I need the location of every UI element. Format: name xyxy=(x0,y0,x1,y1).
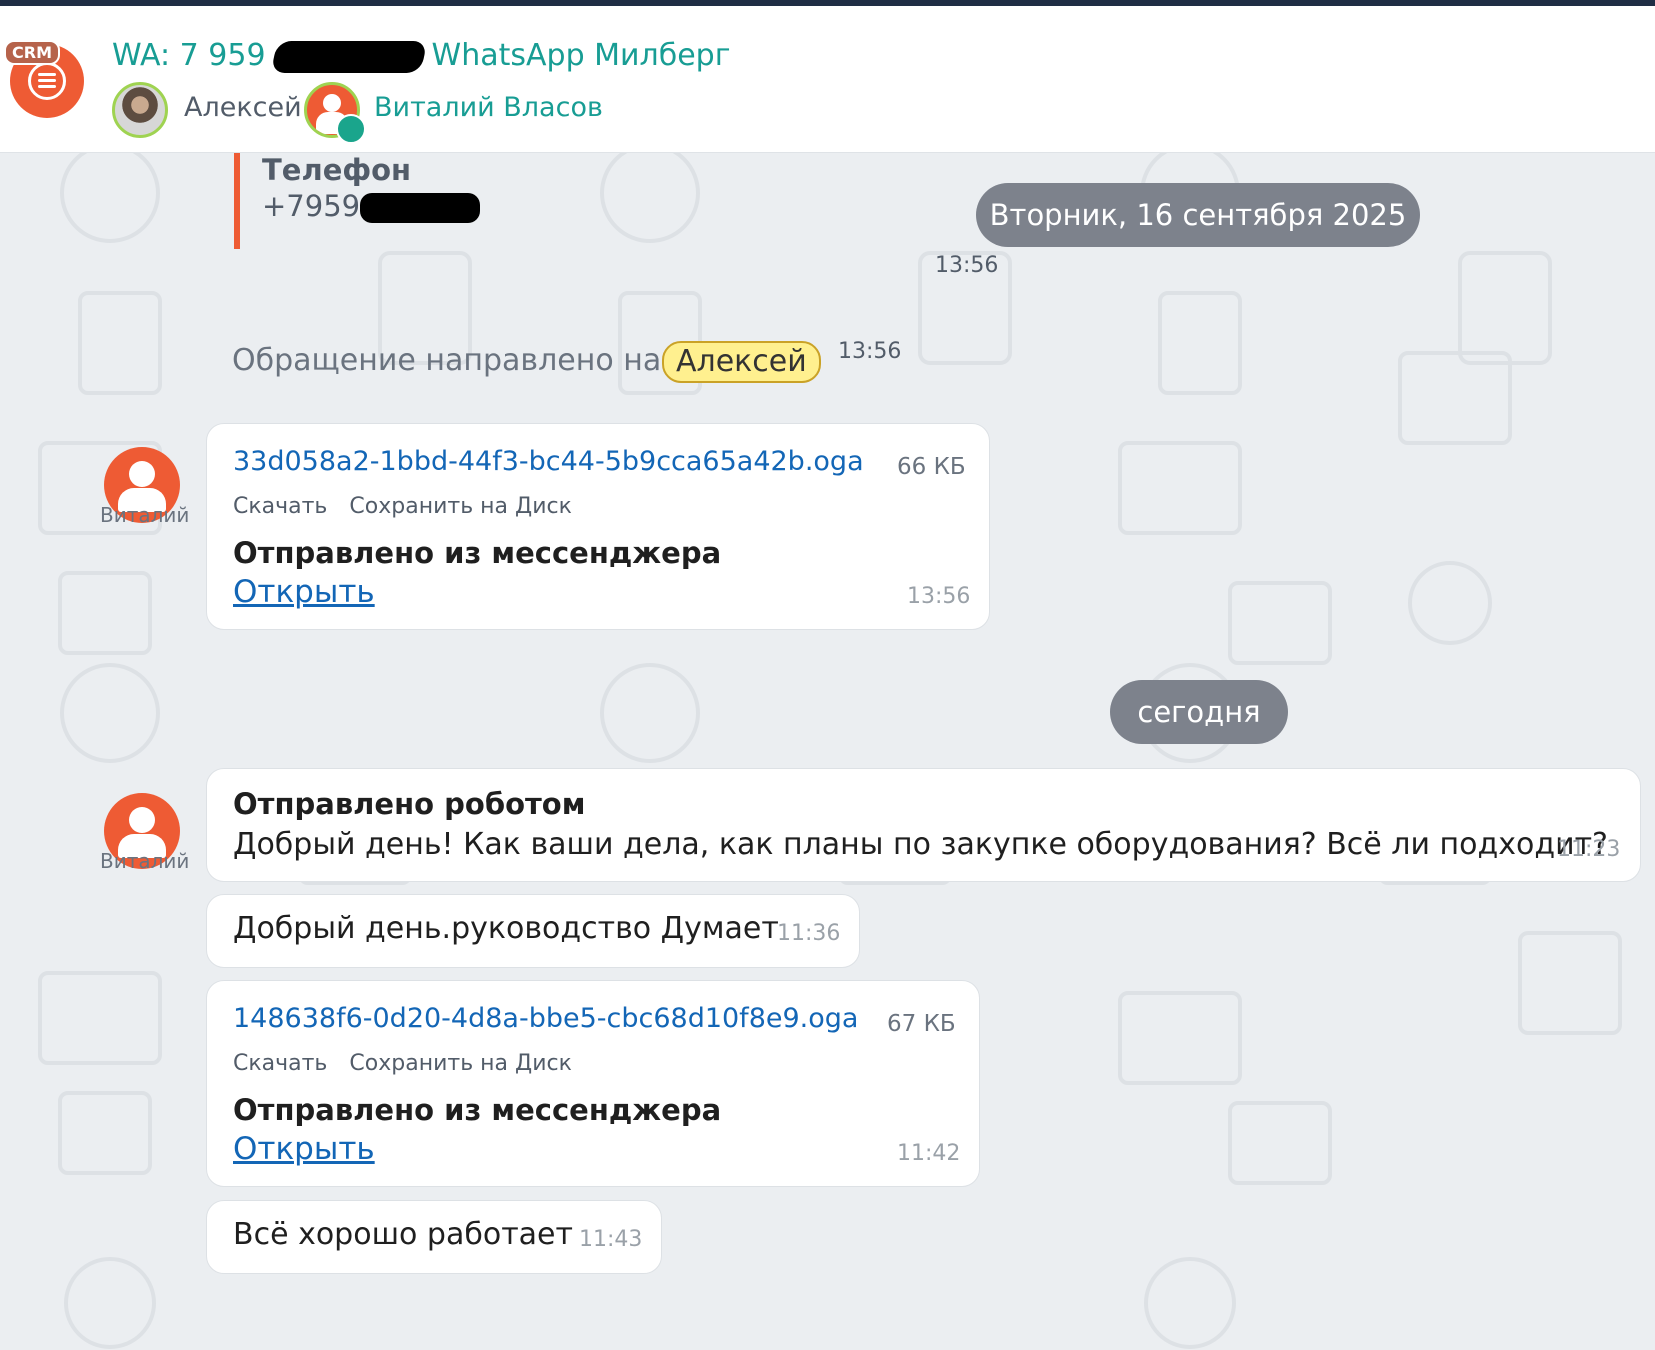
redaction-mark xyxy=(270,40,427,73)
message-title: Отправлено из мессенджера xyxy=(233,1093,722,1127)
save-to-disk-link[interactable]: Сохранить на Диск xyxy=(349,1051,571,1076)
open-lines-icon xyxy=(336,114,366,144)
download-link[interactable]: Скачать xyxy=(233,1051,327,1076)
quote-bar xyxy=(234,153,240,249)
member-avatar-photo[interactable] xyxy=(112,82,168,138)
file-name-link[interactable]: 33d058a2-1bbd-44f3-bc44-5b9cca65a42b.oga xyxy=(233,446,864,477)
redaction-mark xyxy=(360,193,481,223)
chat-title-prefix: WA: 7 959 xyxy=(112,38,266,73)
author-name[interactable]: Виталий xyxy=(100,503,189,527)
file-size: 67 КБ xyxy=(887,1011,956,1037)
download-link[interactable]: Скачать xyxy=(233,494,327,519)
message-bubble-file: 148638f6-0d20-4d8a-bbe5-cbc68d10f8e9.oga… xyxy=(206,980,980,1187)
message-text: Добрый день! Как ваши дела, как планы по… xyxy=(233,827,1608,862)
message-bubble-robot: Отправлено роботом Добрый день! Как ваши… xyxy=(206,768,1641,882)
chat-title-suffix: WhatsApp Милберг xyxy=(431,38,731,73)
file-name-link[interactable]: 148638f6-0d20-4d8a-bbe5-cbc68d10f8e9.oga xyxy=(233,1003,858,1034)
system-time-top: 13:56 xyxy=(935,253,999,278)
message-time: 11:43 xyxy=(579,1227,643,1252)
mention-tag[interactable]: Алексей xyxy=(662,341,821,383)
message-time: 13:56 xyxy=(907,584,971,609)
message-bubble: Добрый день.руководство Думает 11:36 xyxy=(206,894,860,968)
chat-header: CRM WA: 7 959 WhatsApp Милберг Алексей Ви… xyxy=(0,6,1655,153)
chat-area[interactable]: Телефон +7959 Вторник, 16 сентября 2025 … xyxy=(0,153,1655,1350)
message-time: 11:23 xyxy=(1557,837,1621,862)
system-message-text: Обращение направлено на xyxy=(232,343,662,378)
quote-phone: +7959 xyxy=(262,189,481,223)
open-link[interactable]: Открыть xyxy=(233,1131,375,1167)
author-name[interactable]: Виталий xyxy=(100,849,189,873)
quote-title: Телефон xyxy=(262,153,412,187)
message-time: 11:36 xyxy=(777,921,841,946)
message-text: Добрый день.руководство Думает xyxy=(233,911,779,946)
crm-badge: CRM xyxy=(4,40,60,65)
save-to-disk-link[interactable]: Сохранить на Диск xyxy=(349,494,571,519)
member-name[interactable]: Алексей xyxy=(184,92,302,123)
date-separator: сегодня xyxy=(1110,680,1288,744)
message-title: Отправлено из мессенджера xyxy=(233,536,722,570)
message-bubble-file: 33d058a2-1bbd-44f3-bc44-5b9cca65a42b.oga… xyxy=(206,423,990,630)
file-size: 66 КБ xyxy=(897,454,966,480)
message-text: Всё хорошо работает xyxy=(233,1217,573,1252)
message-title: Отправлено роботом xyxy=(233,787,586,821)
message-bubble: Всё хорошо работает 11:43 xyxy=(206,1200,662,1274)
member-name-link[interactable]: Виталий Власов xyxy=(374,92,603,123)
date-separator: Вторник, 16 сентября 2025 xyxy=(976,183,1420,247)
chat-title[interactable]: WA: 7 959 WhatsApp Милберг xyxy=(112,38,730,73)
system-message-time: 13:56 xyxy=(838,339,902,364)
open-link[interactable]: Открыть xyxy=(233,574,375,610)
message-time: 11:42 xyxy=(897,1141,961,1166)
